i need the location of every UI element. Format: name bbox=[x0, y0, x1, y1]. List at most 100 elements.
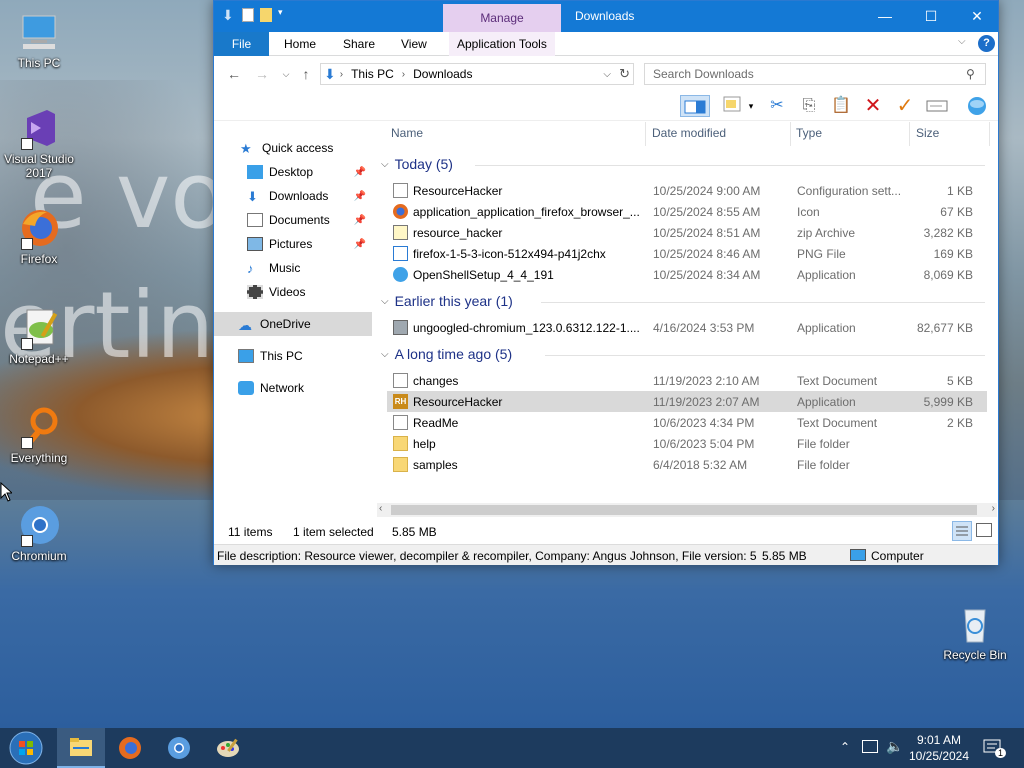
up-button[interactable]: ↑ bbox=[296, 64, 316, 84]
address-bar[interactable]: ⬇ › This PC › Downloads ⌵ ↻ bbox=[320, 63, 634, 85]
nav-this-pc[interactable]: This PC bbox=[214, 344, 372, 368]
new-folder-icon[interactable] bbox=[260, 8, 272, 22]
maximize-button[interactable]: ☐ bbox=[908, 1, 954, 32]
address-dropdown-icon[interactable]: ⌵ bbox=[603, 69, 611, 80]
nav-music[interactable]: ♪ Music bbox=[214, 256, 372, 280]
column-name[interactable]: Name bbox=[391, 126, 423, 140]
taskbar-chromium[interactable] bbox=[155, 728, 203, 768]
search-input[interactable]: Search Downloads bbox=[644, 63, 986, 85]
breadcrumb-this-pc[interactable]: This PC bbox=[351, 67, 394, 81]
recent-locations-icon[interactable]: ⌵ bbox=[276, 64, 296, 84]
scrollbar-thumb[interactable] bbox=[391, 505, 977, 515]
desktop-icon-notepad-plus-plus[interactable]: Notepad++ bbox=[3, 306, 75, 366]
nav-onedrive[interactable]: ☁ OneDrive bbox=[214, 312, 372, 336]
file-type: Application bbox=[797, 268, 856, 282]
nav-quick-access[interactable]: ★ Quick access bbox=[214, 136, 372, 160]
action-center-button[interactable]: 1 bbox=[980, 728, 1010, 768]
file-type: File folder bbox=[797, 458, 850, 472]
file-row[interactable]: firefox-1-5-3-icon-512x494-p41j2chx 10/2… bbox=[387, 243, 987, 264]
horizontal-scrollbar[interactable]: ‹ › bbox=[377, 503, 997, 517]
customize-qat-icon[interactable]: ▾ bbox=[278, 7, 292, 23]
copy-icon[interactable]: ⎘ bbox=[798, 95, 820, 117]
column-divider[interactable] bbox=[645, 122, 646, 146]
properties-icon[interactable] bbox=[242, 8, 254, 22]
desktop-icon-this-pc[interactable]: This PC bbox=[3, 10, 75, 70]
column-size[interactable]: Size bbox=[916, 126, 939, 140]
nav-documents[interactable]: Documents 📌 bbox=[214, 208, 372, 232]
column-type[interactable]: Type bbox=[796, 126, 822, 140]
file-row[interactable]: help 10/6/2023 5:04 PM File folder bbox=[387, 433, 987, 454]
file-date: 4/16/2024 3:53 PM bbox=[653, 321, 755, 335]
tab-home[interactable]: Home bbox=[276, 32, 324, 56]
clock[interactable]: 9:01 AM 10/25/2024 bbox=[904, 728, 974, 768]
large-icons-view-icon[interactable] bbox=[976, 523, 992, 537]
scroll-left-icon[interactable]: ‹ bbox=[379, 503, 382, 514]
delete-icon[interactable]: ✕ bbox=[862, 95, 884, 117]
tab-file[interactable]: File bbox=[214, 32, 269, 56]
tab-view[interactable]: View bbox=[393, 32, 435, 56]
rename-icon[interactable] bbox=[926, 95, 948, 117]
details-view-icon[interactable] bbox=[952, 521, 972, 541]
nav-videos[interactable]: Videos bbox=[214, 280, 372, 304]
desktop-icon-everything[interactable]: Everything bbox=[3, 405, 75, 465]
taskbar-file-explorer[interactable] bbox=[57, 728, 105, 768]
show-hidden-icons-icon[interactable]: ⌃ bbox=[840, 740, 850, 754]
desktop-icon-firefox[interactable]: Firefox bbox=[3, 206, 75, 266]
desktop-icon-visual-studio[interactable]: Visual Studio 2017 bbox=[3, 106, 75, 180]
down-arrow-icon[interactable]: ⬇ bbox=[222, 7, 236, 23]
file-row[interactable]: ResourceHacker 10/25/2024 9:00 AM Config… bbox=[387, 180, 987, 201]
minimize-button[interactable]: — bbox=[862, 1, 908, 32]
taskbar-firefox[interactable] bbox=[106, 728, 154, 768]
explorer-window[interactable]: ⬇ ▾ Manage Downloads — ☐ ✕ File Home Sha… bbox=[213, 0, 999, 565]
taskbar-paint[interactable] bbox=[204, 728, 252, 768]
nav-label: Videos bbox=[269, 285, 306, 299]
file-row[interactable]: application_application_firefox_browser_… bbox=[387, 201, 987, 222]
tab-share[interactable]: Share bbox=[335, 32, 383, 56]
volume-muted-icon[interactable]: 🔈 bbox=[886, 738, 903, 755]
column-divider[interactable] bbox=[989, 122, 990, 146]
refresh-icon[interactable]: ↻ bbox=[619, 66, 630, 82]
network-icon[interactable] bbox=[862, 740, 878, 753]
file-row-selected[interactable]: RH ResourceHacker 11/19/2023 2:07 AM App… bbox=[387, 391, 987, 412]
desktop-icon-chromium[interactable]: Chromium bbox=[3, 503, 75, 563]
nav-pictures[interactable]: Pictures 📌 bbox=[214, 232, 372, 256]
group-title: Earlier this year (1) bbox=[394, 293, 513, 309]
shortcut-arrow-icon bbox=[21, 238, 33, 250]
group-header-today[interactable]: ⌵ Today (5) bbox=[381, 156, 453, 172]
visual-studio-icon bbox=[17, 106, 61, 150]
tab-application-tools[interactable]: Application Tools bbox=[449, 32, 555, 56]
column-date-modified[interactable]: Date modified bbox=[652, 126, 726, 140]
column-divider[interactable] bbox=[909, 122, 910, 146]
file-row[interactable]: ReadMe 10/6/2023 4:34 PM Text Document 2… bbox=[387, 412, 987, 433]
cut-icon[interactable]: ✂ bbox=[766, 95, 788, 117]
column-divider[interactable] bbox=[790, 122, 791, 146]
new-folder-dropdown-icon[interactable] bbox=[722, 95, 744, 117]
start-button[interactable] bbox=[2, 728, 50, 768]
file-row[interactable]: samples 6/4/2018 5:32 AM File folder bbox=[387, 454, 987, 475]
file-row[interactable]: ungoogled-chromium_123.0.6312.122-1.... … bbox=[387, 317, 987, 338]
nav-downloads[interactable]: ⬇ Downloads 📌 bbox=[214, 184, 372, 208]
group-header-a-long-time-ago[interactable]: ⌵ A long time ago (5) bbox=[381, 346, 512, 362]
file-row[interactable]: changes 11/19/2023 2:10 AM Text Document… bbox=[387, 370, 987, 391]
back-button[interactable]: ← bbox=[224, 64, 244, 84]
desktop-icon-recycle-bin[interactable]: Recycle Bin bbox=[939, 602, 1011, 662]
file-row[interactable]: resource_hacker 10/25/2024 8:51 AM zip A… bbox=[387, 222, 987, 243]
checkmark-icon[interactable]: ✓ bbox=[894, 95, 916, 117]
expand-ribbon-icon[interactable]: ⌵ bbox=[958, 36, 966, 47]
file-row[interactable]: OpenShellSetup_4_4_191 10/25/2024 8:34 A… bbox=[387, 264, 987, 285]
nav-network[interactable]: Network bbox=[214, 376, 372, 400]
nav-desktop[interactable]: Desktop 📌 bbox=[214, 160, 372, 184]
forward-button[interactable]: → bbox=[252, 64, 272, 84]
shell-settings-icon[interactable] bbox=[966, 95, 988, 117]
scroll-right-icon[interactable]: › bbox=[992, 503, 995, 514]
paste-icon[interactable]: 📋 bbox=[830, 95, 852, 117]
breadcrumb-downloads[interactable]: Downloads bbox=[413, 67, 472, 81]
close-button[interactable]: ✕ bbox=[954, 1, 1000, 32]
help-icon[interactable]: ? bbox=[978, 35, 995, 52]
group-header-earlier-this-year[interactable]: ⌵ Earlier this year (1) bbox=[381, 293, 513, 309]
manage-tab[interactable]: Manage bbox=[443, 4, 561, 32]
dropdown-caret-icon[interactable]: ▾ bbox=[746, 95, 756, 117]
title-bar[interactable]: ⬇ ▾ Manage Downloads — ☐ ✕ bbox=[214, 1, 998, 32]
chevron-down-icon: ⌵ bbox=[381, 295, 389, 307]
preview-pane-icon[interactable] bbox=[680, 95, 710, 117]
